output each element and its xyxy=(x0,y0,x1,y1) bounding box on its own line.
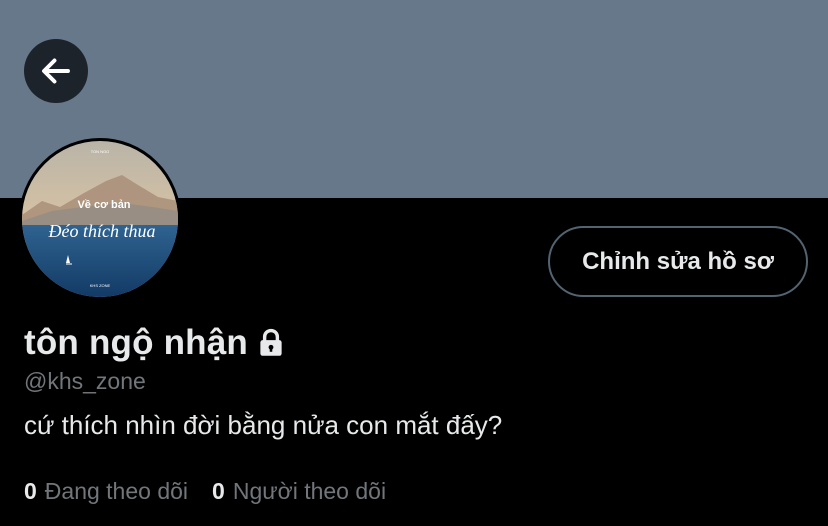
following-count: 0 xyxy=(24,478,37,504)
avatar-script-text: Đéo thích thua xyxy=(48,221,156,241)
avatar-image: TON NGO Về cơ bản Đéo thích thua KHS ZON… xyxy=(22,141,178,297)
avatar-small-bottom-text: KHS ZONE xyxy=(90,283,111,288)
name-row: tôn ngộ nhận xyxy=(24,318,288,368)
following-link[interactable]: 0 Đang theo dõi xyxy=(24,478,188,505)
profile-bio: cứ thích nhìn đời bằng nửa con mắt đấy? xyxy=(24,410,503,440)
followers-count: 0 xyxy=(212,478,225,504)
back-button[interactable] xyxy=(24,39,88,103)
avatar-small-top-text: TON NGO xyxy=(91,149,110,154)
arrow-left-icon xyxy=(38,53,74,89)
avatar-title-text: Về cơ bản xyxy=(77,199,130,211)
followers-link[interactable]: 0 Người theo dõi xyxy=(212,478,386,505)
followers-label: Người theo dõi xyxy=(232,478,387,504)
profile-page: TON NGO Về cơ bản Đéo thích thua KHS ZON… xyxy=(0,0,828,526)
avatar[interactable]: TON NGO Về cơ bản Đéo thích thua KHS ZON… xyxy=(19,138,181,300)
following-label: Đang theo dõi xyxy=(44,478,189,504)
display-name: tôn ngộ nhận xyxy=(24,323,249,362)
username-handle: @khs_zone xyxy=(24,368,146,394)
follow-stats: 0 Đang theo dõi 0 Người theo dõi xyxy=(24,478,386,505)
edit-profile-button[interactable]: Chỉnh sửa hồ sơ xyxy=(548,226,808,297)
lock-icon xyxy=(254,325,288,361)
